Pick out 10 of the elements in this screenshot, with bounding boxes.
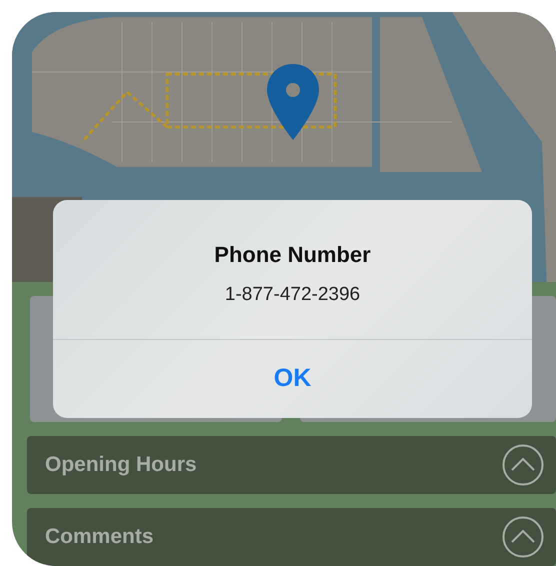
section-header[interactable]: Opening Hours: [27, 436, 556, 494]
section-title: Comments: [45, 524, 154, 550]
section-title: Opening Hours: [45, 452, 197, 478]
chevron-up-icon: [502, 444, 544, 486]
alert-message: 1-877-472-2396: [224, 282, 360, 307]
chevron-up-icon: [502, 516, 544, 558]
ok-button[interactable]: OK: [53, 340, 532, 418]
alert-title: Phone Number: [214, 240, 371, 269]
section-header[interactable]: Comments: [27, 508, 556, 566]
map-pin-icon: [267, 64, 319, 140]
